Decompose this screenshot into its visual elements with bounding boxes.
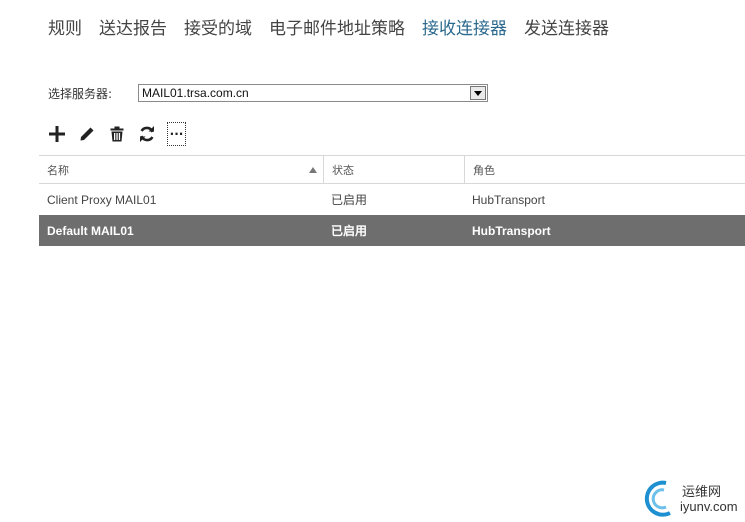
- watermark: 运维网 iyunv.com: [640, 475, 745, 520]
- table-header: 名称 状态 角色: [39, 155, 745, 184]
- tab-send-connectors[interactable]: 发送连接器: [524, 14, 609, 39]
- column-header-role[interactable]: 角色: [464, 156, 745, 183]
- refresh-button[interactable]: [137, 123, 157, 145]
- tab-rules[interactable]: 规则: [48, 14, 82, 39]
- column-header-name-label: 名称: [47, 163, 69, 177]
- column-header-status[interactable]: 状态: [323, 156, 464, 183]
- server-label: 选择服务器:: [48, 86, 113, 101]
- watermark-logo-icon: [644, 480, 671, 517]
- edit-button[interactable]: [77, 123, 97, 145]
- tab-receive-connectors[interactable]: 接收连接器: [422, 14, 507, 39]
- table-row-selected[interactable]: Default MAIL01 已启用 HubTransport: [39, 215, 745, 246]
- server-select-value: MAIL01.trsa.com.cn: [142, 86, 249, 100]
- tab-bar: 规则 送达报告 接受的域 电子邮件地址策略 接收连接器 发送连接器: [48, 14, 626, 39]
- chevron-down-icon[interactable]: [470, 86, 486, 100]
- trash-icon: [110, 126, 124, 142]
- table-row[interactable]: Client Proxy MAIL01 已启用 HubTransport: [39, 184, 745, 215]
- column-header-status-label: 状态: [332, 163, 354, 177]
- more-options-button[interactable]: ···: [167, 122, 186, 146]
- cell-name: Default MAIL01: [47, 223, 134, 238]
- refresh-icon: [140, 126, 154, 142]
- column-header-role-label: 角色: [473, 163, 495, 177]
- delete-button[interactable]: [107, 123, 127, 145]
- cell-name: Client Proxy MAIL01: [47, 192, 157, 207]
- tab-email-address-policies[interactable]: 电子邮件地址策略: [269, 14, 405, 39]
- watermark-en: iyunv.com: [680, 499, 738, 514]
- cell-status: 已启用: [331, 224, 368, 238]
- sort-ascending-icon: [309, 167, 317, 173]
- tab-delivery-reports[interactable]: 送达报告: [99, 14, 167, 39]
- cell-role: HubTransport: [472, 192, 545, 207]
- cell-role: HubTransport: [472, 223, 551, 238]
- server-selector-row: 选择服务器: MAIL01.trsa.com.cn: [48, 84, 488, 102]
- watermark-cn: 运维网: [682, 485, 722, 500]
- add-button[interactable]: [47, 123, 67, 145]
- toolbar: ···: [47, 122, 196, 146]
- tab-accepted-domains[interactable]: 接受的域: [184, 14, 252, 39]
- cell-status: 已启用: [331, 193, 368, 207]
- column-header-name[interactable]: 名称: [39, 156, 323, 183]
- pencil-icon: [80, 127, 94, 141]
- server-select[interactable]: MAIL01.trsa.com.cn: [138, 84, 488, 102]
- plus-icon: [49, 126, 65, 142]
- more-options-label: ···: [169, 127, 184, 141]
- receive-connectors-table: 名称 状态 角色 Client Proxy MAIL01 已启用 HubTran…: [39, 155, 745, 246]
